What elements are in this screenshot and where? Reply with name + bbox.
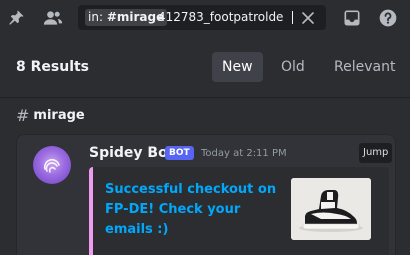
channel-name: mirage <box>33 108 85 123</box>
members-icon[interactable] <box>43 8 63 28</box>
results-header: 8 Results New Old Relevant <box>0 36 410 98</box>
filter-value: #mirage <box>106 10 165 24</box>
help-icon[interactable] <box>378 8 398 28</box>
filter-key: in: <box>88 10 103 24</box>
search-input[interactable]: 412783_footpatrolde <box>158 9 290 26</box>
message-embed: Successful checkout on FP-DE! Check your… <box>89 167 389 255</box>
sort-new-tab[interactable]: New <box>212 52 263 82</box>
avatar[interactable] <box>33 146 71 184</box>
jump-button[interactable]: Jump <box>359 143 393 163</box>
search-filter-chip[interactable]: in: #mirage <box>85 9 168 26</box>
search-result-message[interactable]: Spidey Bot BOT Today at 2:11 PM Jump Suc… <box>16 134 396 255</box>
close-icon[interactable] <box>301 10 315 24</box>
pin-icon[interactable] <box>6 8 26 28</box>
results-count: 8 Results <box>16 59 90 75</box>
channel-heading[interactable]: # mirage <box>16 106 85 125</box>
sort-old-tab[interactable]: Old <box>271 52 315 82</box>
embed-thumbnail-image[interactable] <box>291 178 371 240</box>
text-caret <box>292 11 293 24</box>
top-toolbar: in: #mirage 412783_footpatrolde <box>0 0 410 36</box>
bot-badge: BOT <box>165 146 194 160</box>
sort-relevant-tab[interactable]: Relevant <box>324 52 405 82</box>
embed-title-link[interactable]: Successful checkout on FP-DE! Check your… <box>105 180 285 240</box>
inbox-icon[interactable] <box>342 8 362 28</box>
message-author[interactable]: Spidey Bot <box>89 145 174 161</box>
channel-hash-icon: # <box>16 106 30 125</box>
search-bar[interactable]: in: #mirage 412783_footpatrolde <box>78 5 326 30</box>
message-timestamp: Today at 2:11 PM <box>201 148 287 159</box>
